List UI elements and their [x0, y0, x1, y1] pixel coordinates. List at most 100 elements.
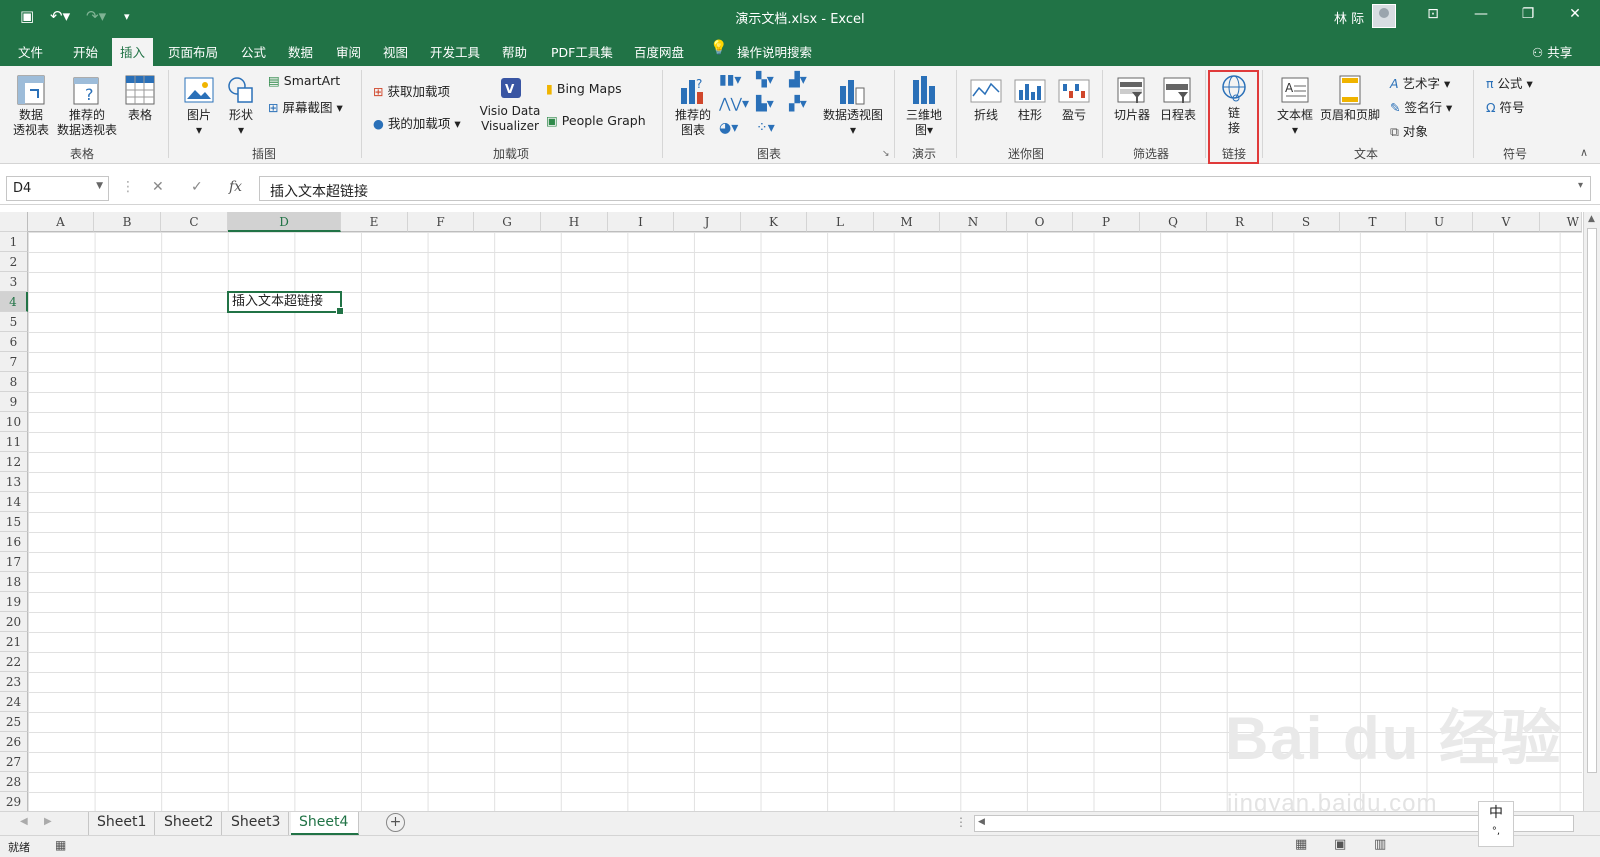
my-addins-button[interactable]: ● 我的加载项 ▾ [373, 113, 461, 132]
tab-split-handle[interactable]: ⋮ [955, 815, 967, 829]
row-header[interactable]: 13 [0, 472, 28, 492]
sparkline-winloss-button[interactable]: 盈亏 [1056, 74, 1092, 123]
name-box-dropdown-icon[interactable]: ▼ [96, 181, 103, 191]
add-sheet-icon[interactable]: + [386, 813, 405, 832]
enter-icon[interactable]: ✓ [191, 179, 203, 195]
active-cell-d4[interactable]: 插入文本超链接 [227, 291, 344, 315]
table-button[interactable]: 表格 [122, 74, 158, 123]
column-header[interactable]: N [940, 212, 1007, 232]
row-header[interactable]: 9 [0, 392, 28, 412]
sparkline-line-button[interactable]: 折线 [968, 74, 1004, 123]
wordart-button[interactable]: A 艺术字 ▾ [1390, 73, 1450, 92]
row-header[interactable]: 2 [0, 252, 28, 272]
page-layout-view-icon[interactable]: ▣ [1334, 837, 1346, 852]
screenshot-button[interactable]: ⊞ 屏幕截图 ▾ [268, 97, 343, 116]
row-header[interactable]: 27 [0, 752, 28, 772]
tab-home[interactable]: 开始 [73, 42, 98, 61]
row-header[interactable]: 25 [0, 712, 28, 732]
signature-line-button[interactable]: ✎ 签名行 ▾ [1390, 97, 1452, 116]
recommended-charts-button[interactable]: ? 推荐的 图表 [672, 74, 714, 138]
sheet-tab[interactable]: Sheet3 [223, 812, 290, 835]
combo-chart-button[interactable]: ▞▾ [789, 96, 807, 112]
column-header-selected[interactable]: D [228, 212, 341, 232]
smartart-button[interactable]: ▤ SmartArt [268, 73, 340, 88]
column-header[interactable]: J [674, 212, 741, 232]
column-header[interactable]: F [408, 212, 474, 232]
row-header[interactable]: 28 [0, 772, 28, 792]
vertical-scroll-thumb[interactable] [1587, 228, 1597, 773]
collapse-ribbon-icon[interactable]: ∧ [1580, 146, 1588, 159]
column-header[interactable]: L [807, 212, 874, 232]
column-header[interactable]: P [1073, 212, 1140, 232]
tab-developer[interactable]: 开发工具 [430, 42, 480, 61]
timeline-button[interactable]: 日程表 [1158, 74, 1198, 123]
row-header[interactable]: 22 [0, 652, 28, 672]
link-button[interactable]: 链 接 [1218, 74, 1250, 136]
expand-formula-icon[interactable]: ▾ [1578, 180, 1583, 191]
charts-dialog-launcher-icon[interactable]: ↘ [882, 149, 890, 159]
row-header[interactable]: 1 [0, 232, 28, 252]
tab-view[interactable]: 视图 [383, 42, 408, 61]
lightbulb-icon[interactable]: 💡 [710, 40, 727, 56]
column-header[interactable]: H [541, 212, 608, 232]
tab-file[interactable]: 文件 [18, 42, 43, 61]
column-header[interactable]: B [94, 212, 161, 232]
row-header[interactable]: 11 [0, 432, 28, 452]
pivot-table-button[interactable]: 数据 透视表 [10, 74, 52, 138]
column-header[interactable]: Q [1140, 212, 1207, 232]
row-header[interactable]: 18 [0, 572, 28, 592]
bing-maps-button[interactable]: ▮ Bing Maps [546, 81, 622, 96]
select-all-corner[interactable] [0, 212, 28, 232]
row-header[interactable]: 3 [0, 272, 28, 292]
restore-icon[interactable]: ❐ [1513, 6, 1543, 22]
row-header[interactable]: 6 [0, 332, 28, 352]
formula-input[interactable]: 插入文本超链接 [259, 176, 1591, 201]
ime-indicator[interactable]: 中 °, [1478, 801, 1514, 847]
share-button[interactable]: ⚇ 共享 [1532, 42, 1572, 61]
tab-baidu-netdisk[interactable]: 百度网盘 [634, 42, 684, 61]
header-footer-button[interactable]: 页眉和页脚 [1317, 74, 1383, 123]
close-icon[interactable]: ✕ [1560, 6, 1590, 22]
sheet-tab-active[interactable]: Sheet4 [291, 812, 359, 835]
normal-view-icon[interactable]: ▦ [1295, 837, 1307, 852]
scroll-left-icon[interactable]: ◀ [978, 817, 985, 827]
macro-record-icon[interactable]: ▦ [55, 838, 66, 852]
tab-page-layout[interactable]: 页面布局 [168, 42, 218, 61]
column-header[interactable]: O [1007, 212, 1073, 232]
waterfall-chart-button[interactable]: ▟▾ [789, 72, 807, 88]
object-button[interactable]: ⧉ 对象 [1390, 121, 1428, 140]
tab-formulas[interactable]: 公式 [241, 42, 266, 61]
column-header[interactable]: I [608, 212, 674, 232]
row-header[interactable]: 17 [0, 552, 28, 572]
slicer-button[interactable]: 切片器 [1110, 74, 1154, 123]
column-header[interactable]: A [28, 212, 94, 232]
row-header[interactable]: 15 [0, 512, 28, 532]
recommended-pivot-button[interactable]: ? 推荐的 数据透视表 [55, 74, 119, 138]
row-header[interactable]: 23 [0, 672, 28, 692]
column-header[interactable]: W [1540, 212, 1582, 232]
column-header[interactable]: M [874, 212, 940, 232]
visio-data-visualizer-button[interactable]: V Visio Data Visualizer [478, 74, 542, 134]
3d-map-button[interactable]: 三维地 图▾ [902, 74, 946, 138]
row-header[interactable]: 14 [0, 492, 28, 512]
picture-button[interactable]: 图片 ▾ [182, 74, 216, 138]
column-header[interactable]: R [1207, 212, 1273, 232]
avatar[interactable] [1372, 4, 1396, 28]
line-chart-button[interactable]: ⋀⋁▾ [719, 96, 749, 112]
sheet-tab[interactable]: Sheet2 [156, 812, 223, 835]
shapes-button[interactable]: 形状 ▾ [224, 74, 258, 138]
sheet-tab[interactable]: Sheet1 [88, 812, 156, 835]
ribbon-display-icon[interactable]: ⊡ [1418, 6, 1448, 22]
column-chart-button[interactable]: ▮▮▾ [719, 72, 741, 88]
tell-me-search[interactable]: 操作说明搜索 [737, 42, 812, 61]
row-header-selected[interactable]: 4 [0, 292, 28, 312]
row-header[interactable]: 10 [0, 412, 28, 432]
row-header[interactable]: 5 [0, 312, 28, 332]
row-header[interactable]: 8 [0, 372, 28, 392]
row-header[interactable]: 19 [0, 592, 28, 612]
tab-help[interactable]: 帮助 [502, 42, 527, 61]
column-header[interactable]: K [741, 212, 807, 232]
column-header[interactable]: S [1273, 212, 1340, 232]
vertical-scrollbar[interactable]: ▲ [1583, 212, 1600, 811]
tab-insert[interactable]: 插入 [112, 38, 154, 66]
